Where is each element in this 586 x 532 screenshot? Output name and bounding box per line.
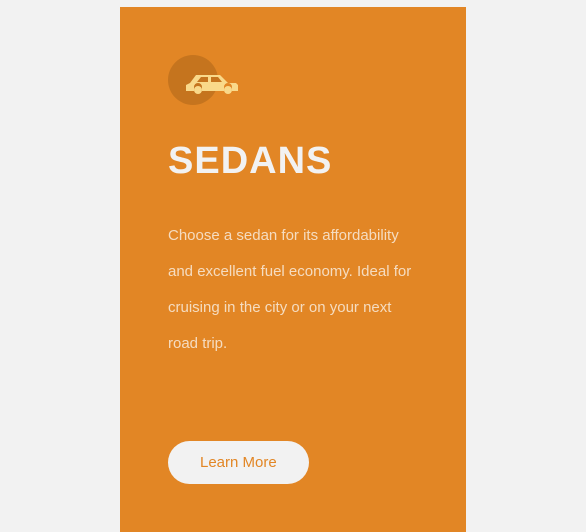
car-icon [182,69,242,97]
sedan-icon [168,55,218,105]
sedan-card: SEDANS Choose a sedan for its affordabil… [120,7,466,532]
card-description: Choose a sedan for its affordability and… [168,218,418,381]
card-title: SEDANS [168,140,418,183]
learn-more-button[interactable]: Learn More [168,441,309,484]
